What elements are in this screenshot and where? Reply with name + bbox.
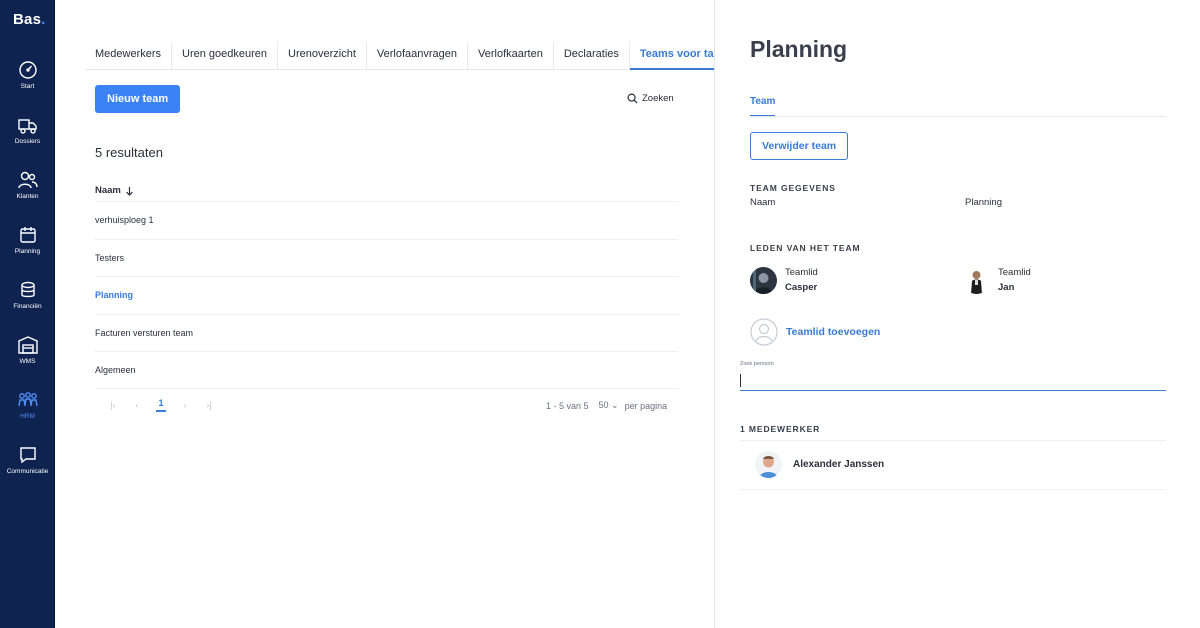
coins-icon: [20, 281, 35, 298]
truck-icon: [17, 119, 37, 134]
search-label: Zoeken: [642, 93, 674, 104]
table-row[interactable]: Planning: [95, 276, 679, 314]
delete-team-button[interactable]: Verwijder team: [750, 132, 849, 160]
user-placeholder-icon: [750, 318, 778, 346]
main-content: Medewerkers Uren goedkeuren Urenoverzich…: [56, 0, 743, 628]
sidebar-item-dossiers[interactable]: Dossiers: [0, 115, 55, 145]
member-role: Teamlid: [998, 267, 1031, 278]
search-person-label: Zoek persoon: [740, 361, 774, 367]
warehouse-icon: [17, 336, 38, 354]
sidebar-item-label: Planning: [14, 248, 41, 255]
sidebar-item-wms[interactable]: WMS: [0, 335, 55, 365]
arrow-down-icon: [125, 186, 133, 196]
sidebar-item-label: Communicatie: [6, 468, 49, 475]
tab-medewerkers[interactable]: Medewerkers: [86, 42, 173, 70]
text-caret: [740, 374, 741, 387]
field-label-name: Naam: [750, 197, 776, 208]
per-page-label: per pagina: [624, 400, 668, 411]
sidebar-item-label: Start: [20, 83, 35, 90]
tab-verlofaanvragen[interactable]: Verlofaanvragen: [367, 42, 469, 70]
pagination-info: 1 - 5 van 5 50 ⌄ per pagina: [546, 400, 667, 411]
sidebar-item-label: WMS: [19, 358, 36, 365]
sidebar-item-planning[interactable]: Planning: [0, 225, 55, 255]
tab-declaraties[interactable]: Declaraties: [554, 42, 630, 70]
section-title-team-details: TEAM GEGEVENS: [750, 183, 836, 193]
search-button[interactable]: Zoeken: [627, 93, 674, 104]
sidebar-item-label: Dossiers: [14, 138, 41, 145]
table-row[interactable]: Facturen versturen team: [95, 313, 679, 352]
first-page-icon[interactable]: |‹: [101, 400, 125, 410]
prev-page-icon[interactable]: ‹: [125, 400, 149, 410]
member-role: Teamlid: [785, 267, 818, 278]
search-icon: [627, 93, 638, 104]
table-row[interactable]: verhuisploeg 1: [95, 201, 679, 239]
add-member-button[interactable]: Teamlid toevoegen: [750, 318, 880, 346]
tab-uren-goedkeuren[interactable]: Uren goedkeuren: [172, 42, 279, 70]
member-name: Jan: [998, 282, 1015, 293]
sidebar-item-communicatie[interactable]: Communicatie: [0, 445, 55, 475]
add-member-label: Teamlid toevoegen: [786, 326, 881, 338]
sidebar-item-klanten[interactable]: Klanten: [0, 170, 55, 200]
section-title-members: LEDEN VAN HET TEAM: [750, 243, 861, 253]
employee-name: Alexander Janssen: [793, 459, 885, 470]
avatar: [755, 451, 782, 478]
sidebar-item-financien[interactable]: Financiën: [0, 280, 55, 310]
sidebar-item-hrm[interactable]: HRM: [0, 390, 55, 420]
page-title: Planning: [750, 36, 848, 62]
sidebar-item-label: Financiën: [13, 303, 42, 310]
column-header-label: Naam: [95, 185, 121, 196]
pagination: |‹ ‹ 1 › ›|: [101, 398, 221, 412]
team-member[interactable]: Teamlid Jan: [963, 265, 1031, 295]
next-page-icon[interactable]: ›: [173, 400, 197, 410]
users-icon: [17, 171, 38, 189]
sidebar-item-start[interactable]: Start: [0, 60, 55, 90]
chat-icon: [19, 447, 36, 464]
member-name: Casper: [785, 282, 818, 293]
results-count: 5 resultaten: [95, 145, 163, 160]
divider: [750, 116, 1166, 117]
divider: [740, 440, 1166, 441]
table-row[interactable]: Testers: [95, 238, 679, 277]
divider: [740, 489, 1166, 490]
tab-verlofkaarten[interactable]: Verlofkaarten: [468, 42, 554, 70]
page-range: 1 - 5 van 5: [546, 400, 589, 411]
tab-urenoverzicht[interactable]: Urenoverzicht: [278, 42, 367, 70]
sidebar-item-label: HRM: [20, 413, 35, 420]
detail-panel: Planning Team Verwijder team TEAM GEGEVE…: [714, 0, 1200, 628]
member-info: Teamlid Jan: [998, 265, 1031, 295]
member-info: Teamlid Casper: [785, 265, 818, 295]
employee-count: 1 MEDEWERKER: [740, 424, 821, 434]
avatar: [963, 266, 990, 294]
table-row[interactable]: Algemeen: [95, 351, 679, 389]
search-person-input[interactable]: [740, 370, 1166, 391]
sidebar: Bas. Start Dossiers Klanten Planning Fin…: [0, 0, 55, 628]
last-page-icon[interactable]: ›|: [197, 400, 221, 410]
team-member[interactable]: Teamlid Casper: [750, 265, 818, 295]
calendar-icon: [19, 227, 36, 243]
per-page-select[interactable]: 50 ⌄: [599, 400, 619, 411]
page-number[interactable]: 1: [156, 398, 166, 412]
employee-item[interactable]: Alexander Janssen: [755, 451, 884, 478]
people-icon: [17, 392, 38, 407]
tab-bar: Medewerkers Uren goedkeuren Urenoverzich…: [86, 42, 743, 70]
tab-team[interactable]: Team: [750, 96, 776, 116]
app-logo[interactable]: Bas.: [13, 11, 46, 28]
team-list: verhuisploeg 1 Testers Planning Facturen…: [95, 201, 679, 389]
new-team-button[interactable]: Nieuw team: [95, 85, 181, 113]
sidebar-item-label: Klanten: [16, 193, 39, 200]
speedometer-icon: [18, 61, 37, 79]
column-header-naam[interactable]: Naam: [95, 185, 134, 196]
avatar: [750, 266, 777, 294]
field-value-name: Planning: [965, 197, 1002, 208]
